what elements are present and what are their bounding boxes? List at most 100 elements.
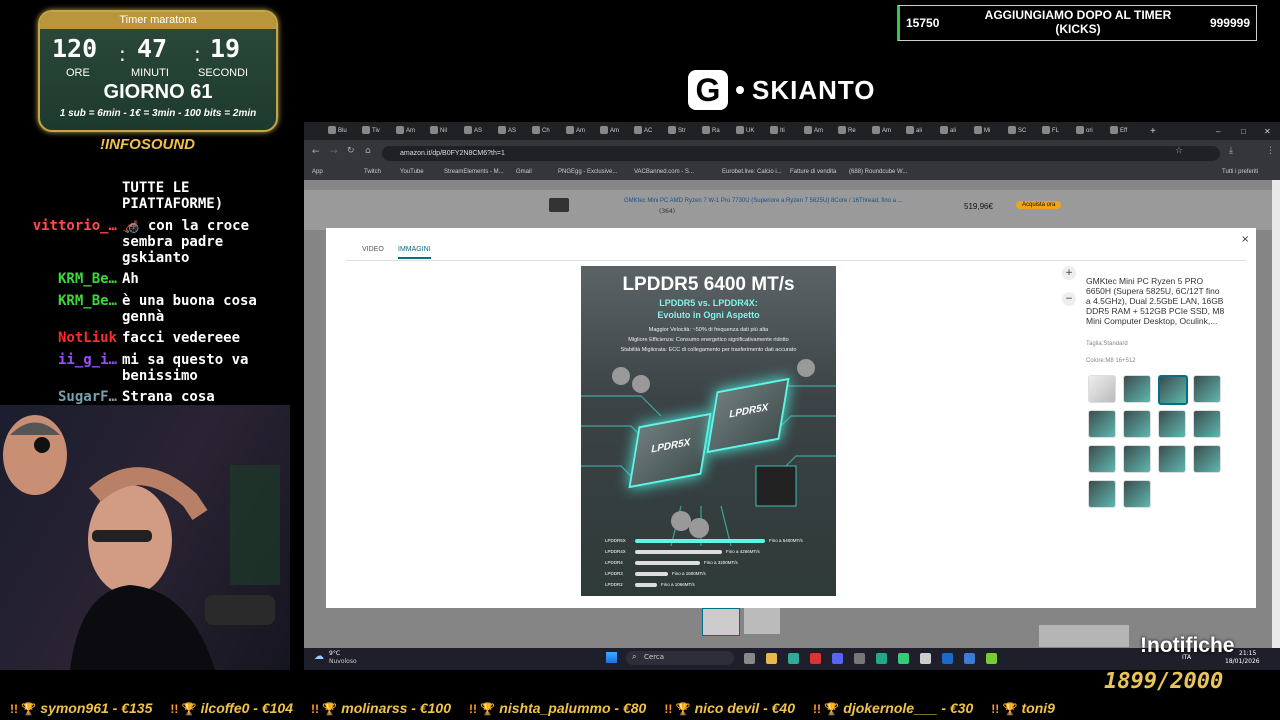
bookmark-item[interactable]: Fatture di vendita <box>790 169 836 175</box>
main-product-image[interactable]: LPDR5X LPDR5X LPDDR5 6400 MT/s LPDDR5 vs… <box>581 266 836 596</box>
browser-tab[interactable]: Tiv <box>362 125 380 138</box>
url-bar[interactable]: amazon.it/dp/B0FY2N8CM6?th=1 <box>382 146 1220 161</box>
image-thumbnail[interactable] <box>1123 445 1151 473</box>
close-window-icon[interactable]: ✕ <box>1264 125 1271 138</box>
image-feature-1: Maggior Velocità: ~50% di frequenza dati… <box>648 327 769 333</box>
taskbar-app-icon[interactable] <box>832 653 843 664</box>
browser-tab[interactable]: Am <box>804 125 823 138</box>
image-thumbnail[interactable] <box>1088 375 1116 403</box>
back-icon[interactable]: ← <box>312 147 320 157</box>
taskbar-app-icon[interactable] <box>854 653 865 664</box>
bookmark-item[interactable]: PNGEgg - Exclusive... <box>558 169 617 175</box>
tab-images[interactable]: IMMAGINI <box>398 246 431 259</box>
chat-username[interactable]: SugarF… <box>58 389 117 405</box>
taskbar-app-icon[interactable] <box>876 653 887 664</box>
browser-tab[interactable]: ori <box>1076 125 1093 138</box>
bookmark-item[interactable]: (688) Roundcube W... <box>849 169 907 175</box>
browser-tab[interactable]: Blu <box>328 125 347 138</box>
strip-title[interactable]: GMKtec Mini PC AMD Ryzen 7 W-1 Pro 7730U… <box>624 198 903 204</box>
speed-bar-value: Fino a 6400MT/s <box>769 538 803 543</box>
browser-tab[interactable]: Eff <box>1110 125 1127 138</box>
chat-username[interactable]: vittorio_… <box>33 218 117 234</box>
image-thumbnail[interactable] <box>1193 410 1221 438</box>
browser-tab[interactable]: Mi <box>974 125 990 138</box>
image-thumbnail[interactable] <box>1123 480 1151 508</box>
chat-username[interactable]: KRM_Be… <box>58 293 117 309</box>
browser-tab[interactable]: Am <box>396 125 415 138</box>
image-thumbnail[interactable] <box>1193 375 1221 403</box>
browser-tab[interactable]: AS <box>464 125 482 138</box>
taskbar-app-icon[interactable] <box>920 653 931 664</box>
browser-tab[interactable]: Am <box>872 125 891 138</box>
timer-hours-label: ORE <box>66 67 90 79</box>
chat-username[interactable]: KRM_Be… <box>58 271 117 287</box>
browser-tab[interactable]: ali <box>906 125 922 138</box>
speed-bar <box>635 583 657 587</box>
close-icon[interactable]: × <box>1241 234 1249 245</box>
windows-start-icon[interactable] <box>606 652 617 663</box>
image-thumbnail[interactable] <box>1158 375 1188 405</box>
taskbar-app-icon[interactable] <box>986 653 997 664</box>
bookmark-item[interactable]: Gmail <box>516 169 532 175</box>
browser-tab[interactable]: UK <box>736 125 754 138</box>
browser-tab[interactable]: Ch <box>532 125 550 138</box>
image-thumbnail[interactable] <box>1088 410 1116 438</box>
browser-tab[interactable]: FL <box>1042 125 1059 138</box>
forward-icon[interactable]: → <box>330 147 338 157</box>
browser-tab[interactable]: SC <box>1008 125 1026 138</box>
bookmark-item[interactable]: Eurobet.live: Calcio i... <box>722 169 782 175</box>
image-thumbnail[interactable] <box>1158 445 1186 473</box>
home-icon[interactable]: ⌂ <box>365 146 371 156</box>
image-thumbnail[interactable] <box>1123 410 1151 438</box>
browser-tab[interactable]: AS <box>498 125 516 138</box>
notifiche-command: !notifiche <box>1140 634 1235 657</box>
browser-tab[interactable]: Ra <box>702 125 720 138</box>
maximize-icon[interactable]: □ <box>1241 125 1246 138</box>
bookmark-item[interactable]: App <box>312 169 323 175</box>
star-icon[interactable]: ☆ <box>1175 146 1183 156</box>
taskbar-app-icon[interactable] <box>810 653 821 664</box>
tab-video[interactable]: VIDEO <box>362 246 384 253</box>
taskbar-app-icon[interactable] <box>744 653 755 664</box>
zoom-out-icon[interactable]: − <box>1062 292 1076 306</box>
image-thumbnail[interactable] <box>1158 410 1186 438</box>
taskbar-app-icon[interactable] <box>942 653 953 664</box>
tab-favicon-icon <box>396 126 404 135</box>
download-icon[interactable]: ⤓ <box>1229 146 1233 156</box>
image-thumbnail[interactable] <box>1193 445 1221 473</box>
chat-username[interactable]: NotLiuk <box>58 330 117 346</box>
taskbar-app-icon[interactable] <box>898 653 909 664</box>
taskbar-app-icon[interactable] <box>788 653 799 664</box>
tab-favicon-icon <box>600 126 608 135</box>
taskbar-app-icon[interactable] <box>766 653 777 664</box>
taskbar-search[interactable]: ⌕ Cerca <box>626 651 734 665</box>
speed-bar <box>635 572 668 576</box>
reload-icon[interactable]: ↻ <box>347 146 355 156</box>
browser-tab[interactable]: Am <box>600 125 619 138</box>
bookmark-item[interactable]: YouTube <box>400 169 424 175</box>
bookmark-item[interactable]: VACBanned.com - S... <box>634 169 694 175</box>
cloud-icon: ☁ <box>314 651 324 662</box>
image-thumbnail[interactable] <box>1123 375 1151 403</box>
browser-tab[interactable]: AC <box>634 125 652 138</box>
new-tab-icon[interactable]: + <box>1150 125 1156 138</box>
browser-tab[interactable]: ali <box>940 125 956 138</box>
browser-tab[interactable]: Re <box>838 125 856 138</box>
browser-tab[interactable]: Str <box>668 125 686 138</box>
bookmarks-all[interactable]: Tutti i preferiti <box>1222 169 1258 175</box>
image-thumbnail[interactable] <box>1088 445 1116 473</box>
zoom-in-icon[interactable]: + <box>1062 266 1076 280</box>
minimize-icon[interactable]: – <box>1216 125 1220 138</box>
tab-favicon-icon <box>532 126 540 135</box>
image-thumbnail[interactable] <box>1088 480 1116 508</box>
browser-tab[interactable]: Nil <box>430 125 447 138</box>
menu-icon[interactable]: ⋮ <box>1266 146 1275 156</box>
browser-tab[interactable]: Iti <box>770 125 785 138</box>
taskbar-app-icon[interactable] <box>964 653 975 664</box>
buy-now-button[interactable]: Acquista ora <box>1016 201 1062 209</box>
channel-logo: G SKIANTO <box>688 68 876 112</box>
browser-tab[interactable]: Am <box>566 125 585 138</box>
chat-username[interactable]: ii_g_i… <box>58 352 117 368</box>
bookmark-item[interactable]: Twitch <box>364 169 381 175</box>
bookmark-item[interactable]: StreamElements - M... <box>444 169 504 175</box>
